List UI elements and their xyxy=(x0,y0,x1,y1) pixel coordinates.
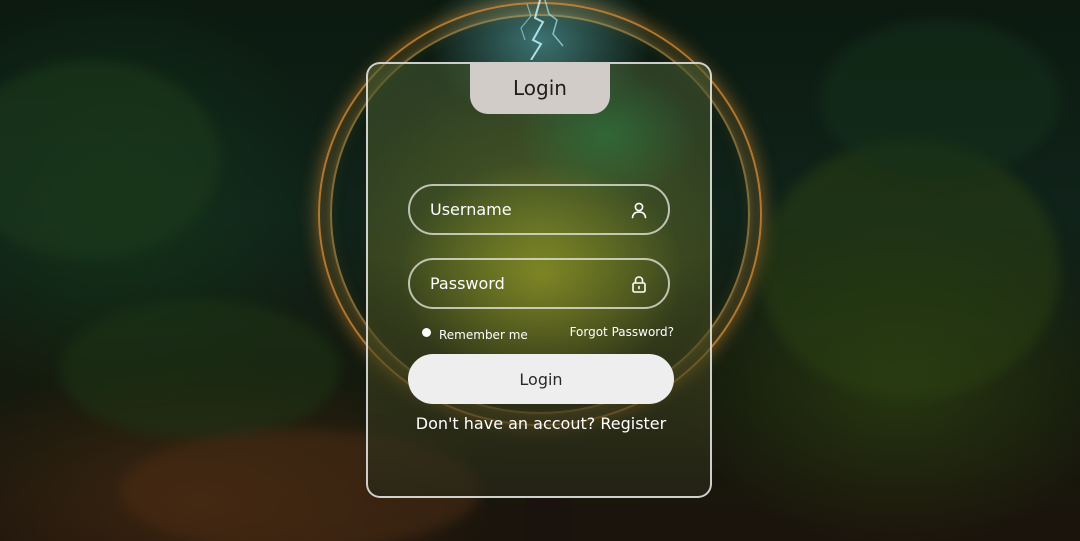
password-field[interactable] xyxy=(408,258,670,309)
login-header-tab: Login xyxy=(470,62,610,114)
username-input[interactable] xyxy=(430,200,630,219)
foliage-decoration xyxy=(0,60,220,260)
password-input[interactable] xyxy=(430,274,630,293)
lightning-decoration xyxy=(520,0,564,60)
remember-me-radio[interactable] xyxy=(422,328,431,337)
user-icon xyxy=(630,200,648,220)
foliage-decoration xyxy=(60,300,340,440)
forgot-password-link[interactable]: Forgot Password? xyxy=(570,325,674,339)
login-button[interactable]: Login xyxy=(408,354,674,404)
foliage-decoration xyxy=(760,140,1060,400)
login-title: Login xyxy=(513,76,567,100)
login-options: Remember me Forgot Password? xyxy=(422,325,674,343)
foliage-decoration xyxy=(820,20,1060,180)
register-link[interactable]: Register xyxy=(600,414,666,433)
register-prompt: Don't have an accout? Register xyxy=(368,414,714,433)
remember-me-option[interactable]: Remember me xyxy=(422,325,528,342)
background-scene: Login Reme xyxy=(0,0,1080,541)
lock-icon xyxy=(630,274,648,294)
register-prompt-text: Don't have an accout? xyxy=(415,414,596,433)
remember-me-label: Remember me xyxy=(439,328,528,342)
person-silhouette xyxy=(525,498,571,541)
login-card: Login Reme xyxy=(366,62,712,498)
username-field[interactable] xyxy=(408,184,670,235)
